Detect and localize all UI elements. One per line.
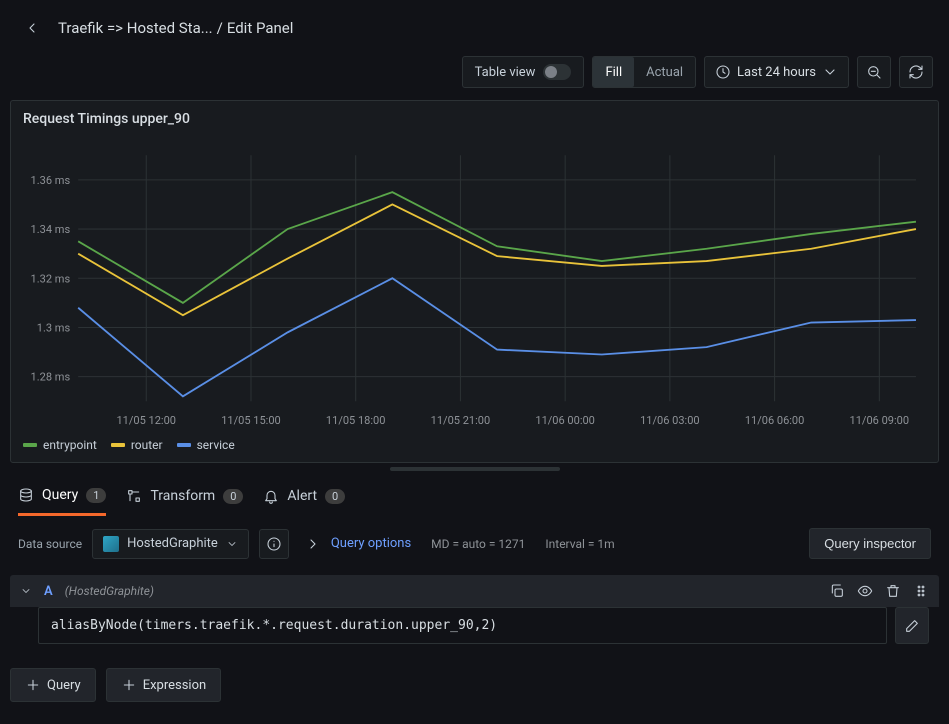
legend-swatch — [111, 443, 125, 447]
legend-item[interactable]: service — [177, 438, 235, 452]
legend-label: entrypoint — [43, 438, 97, 452]
query-ds-inline: (HostedGraphite) — [65, 584, 154, 598]
chevron-right-icon[interactable] — [305, 536, 321, 552]
copy-icon[interactable] — [829, 583, 845, 599]
tab-transform[interactable]: Transform 0 — [126, 487, 243, 515]
transform-icon — [126, 488, 142, 504]
drag-handle-icon[interactable] — [913, 583, 929, 599]
datasource-name: HostedGraphite — [127, 536, 218, 551]
zoom-out-icon — [866, 64, 882, 80]
chevron-down-icon[interactable] — [20, 585, 32, 597]
svg-text:11/05 21:00: 11/05 21:00 — [431, 414, 491, 427]
svg-text:11/05 15:00: 11/05 15:00 — [221, 414, 281, 427]
pencil-icon — [904, 618, 920, 634]
table-view-toggle[interactable]: Table view — [462, 56, 585, 88]
query-row: A (HostedGraphite) aliasByNode(timers.tr… — [10, 575, 939, 654]
legend-item[interactable]: entrypoint — [23, 438, 97, 452]
add-expression-label: Expression — [143, 678, 207, 693]
svg-text:1.32 ms: 1.32 ms — [31, 272, 71, 285]
refresh-icon — [908, 64, 924, 80]
interval-info: Interval = 1m — [545, 537, 614, 551]
tab-query[interactable]: Query 1 — [18, 487, 106, 516]
tab-alert[interactable]: Alert 0 — [263, 487, 345, 515]
add-query-button[interactable]: Query — [10, 668, 96, 702]
time-range-label: Last 24 hours — [737, 65, 816, 80]
legend-swatch — [23, 443, 37, 447]
legend-swatch — [177, 443, 191, 447]
svg-text:1.28 ms: 1.28 ms — [31, 371, 71, 384]
datasource-settings-row: Data source HostedGraphite Query options… — [0, 516, 949, 571]
datasource-picker[interactable]: HostedGraphite — [92, 529, 249, 559]
add-query-label: Query — [47, 678, 81, 693]
datasource-label: Data source — [18, 537, 82, 551]
tab-query-count: 1 — [86, 488, 106, 503]
clock-icon — [715, 64, 731, 80]
tab-alert-count: 0 — [325, 489, 345, 504]
tab-transform-label: Transform — [150, 488, 215, 504]
datasource-help-button[interactable] — [259, 529, 289, 559]
panel-editor-tabs: Query 1 Transform 0 Alert 0 — [0, 471, 949, 516]
add-expression-button[interactable]: Expression — [106, 668, 222, 702]
breadcrumb-separator: / — [217, 19, 223, 37]
bell-icon — [263, 488, 279, 504]
edit-query-button[interactable] — [895, 607, 929, 644]
query-inspector-button[interactable]: Query inspector — [809, 528, 931, 559]
legend-label: service — [197, 438, 235, 452]
legend-item[interactable]: router — [111, 438, 163, 452]
svg-text:1.34 ms: 1.34 ms — [31, 223, 71, 236]
table-view-switch[interactable] — [543, 64, 571, 80]
table-view-label: Table view — [475, 65, 536, 80]
legend-label: router — [131, 438, 163, 452]
query-expression-input[interactable]: aliasByNode(timers.traefik.*.request.dur… — [38, 607, 887, 644]
svg-text:11/06 09:00: 11/06 09:00 — [850, 414, 910, 427]
breadcrumb-page: Edit Panel — [227, 19, 294, 37]
query-row-header: A (HostedGraphite) — [10, 575, 939, 607]
query-ref-id[interactable]: A — [44, 584, 53, 599]
chart-legend: entrypoint router service — [11, 432, 938, 462]
plus-icon — [25, 677, 41, 693]
back-button[interactable] — [16, 12, 48, 44]
refresh-button[interactable] — [899, 56, 933, 88]
svg-text:11/06 06:00: 11/06 06:00 — [745, 414, 805, 427]
info-icon — [266, 536, 282, 552]
svg-text:11/05 18:00: 11/05 18:00 — [326, 414, 386, 427]
tab-alert-label: Alert — [287, 488, 317, 504]
plus-icon — [121, 677, 137, 693]
chevron-down-icon — [822, 64, 838, 80]
datasource-logo-icon — [103, 536, 119, 552]
svg-text:1.36 ms: 1.36 ms — [31, 174, 71, 187]
breadcrumb-dashboard[interactable]: Traefik => Hosted Sta... — [58, 19, 213, 37]
time-range-picker[interactable]: Last 24 hours — [704, 56, 849, 88]
svg-text:11/06 03:00: 11/06 03:00 — [640, 414, 700, 427]
trash-icon[interactable] — [885, 583, 901, 599]
query-options-link[interactable]: Query options — [331, 536, 411, 551]
chevron-down-icon — [226, 538, 238, 550]
fill-actual-segmented: Fill Actual — [592, 56, 696, 88]
svg-text:1.3 ms: 1.3 ms — [37, 321, 71, 334]
zoom-out-button[interactable] — [857, 56, 891, 88]
md-info: MD = auto = 1271 — [431, 537, 525, 551]
panel-title: Request Timings upper_90 — [11, 101, 938, 137]
tab-transform-count: 0 — [223, 489, 243, 504]
breadcrumb: Traefik => Hosted Sta... / Edit Panel — [58, 19, 293, 37]
database-icon — [18, 487, 34, 503]
eye-icon[interactable] — [857, 583, 873, 599]
tab-query-label: Query — [42, 487, 78, 503]
actual-option[interactable]: Actual — [634, 57, 695, 87]
panel-card: Request Timings upper_90 1.36 ms1.34 ms1… — [10, 100, 939, 463]
fill-option[interactable]: Fill — [593, 57, 634, 87]
svg-text:11/05 12:00: 11/05 12:00 — [116, 414, 176, 427]
line-chart[interactable]: 1.36 ms 1.34 ms 1.32 ms 1.3 ms 1.28 ms 11/05 … — [11, 137, 938, 432]
svg-text:11/06 00:00: 11/06 00:00 — [535, 414, 595, 427]
